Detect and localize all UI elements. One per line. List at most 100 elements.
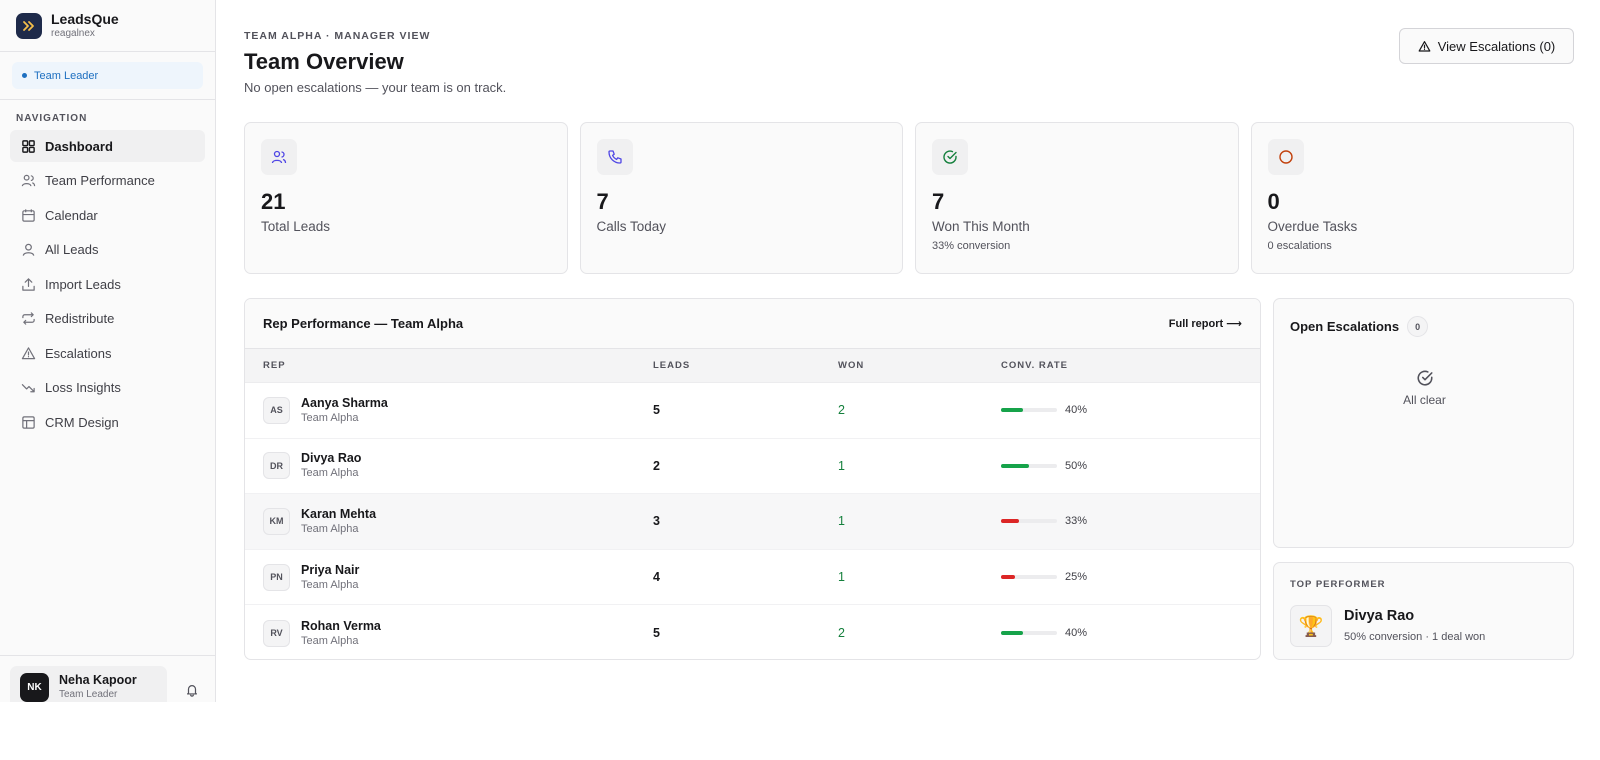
rep-performance-panel: Rep Performance — Team Alpha Full report… — [244, 298, 1261, 660]
open-escalations-panel: Open Escalations 0 All clear — [1273, 298, 1574, 548]
nav-item-calendar[interactable]: Calendar — [10, 199, 205, 231]
table-row[interactable]: DR Divya Rao Team Alpha 2 1 50% — [245, 439, 1260, 495]
brand[interactable]: LeadsQue reagalnex — [0, 0, 215, 52]
page-subtitle: No open escalations — your team is on tr… — [244, 80, 507, 95]
top-performer-panel: TOP PERFORMER 🏆 Divya Rao 50% conversion… — [1273, 562, 1574, 660]
repeat-icon — [20, 311, 36, 327]
check-circle-icon — [932, 139, 968, 175]
calendar-icon — [20, 207, 36, 223]
user-card[interactable]: NK Neha Kapoor Team Leader — [10, 666, 167, 703]
brand-workspace: reagalnex — [51, 28, 95, 39]
upload-icon — [20, 276, 36, 292]
dashboard-icon — [20, 138, 36, 154]
rep-conv-rate: 40% — [1065, 627, 1088, 640]
nav-item-label: Dashboard — [45, 138, 113, 154]
conversion-bar-fill — [1001, 575, 1015, 580]
nav-item-label: Team Performance — [45, 173, 155, 188]
rep-team: Team Alpha — [301, 578, 359, 591]
page-eyebrow: TEAM ALPHA · MANAGER VIEW — [244, 30, 431, 42]
bell-icon[interactable] — [182, 680, 202, 700]
avatar: NK — [20, 673, 49, 702]
full-report-link[interactable]: Full report ⟶ — [1169, 317, 1242, 330]
nav-item-redistribute[interactable]: Redistribute — [10, 303, 205, 335]
table-header: REP LEADS WON CONV. RATE — [245, 349, 1260, 383]
all-clear-text: All clear — [1403, 393, 1446, 407]
stat-value: 7 — [596, 189, 609, 214]
rep-conv-rate: 25% — [1065, 571, 1088, 584]
stat-value: 0 — [1267, 189, 1280, 214]
stat-card-won-this-month: 7 Won This Month 33% conversion — [915, 122, 1239, 274]
rep-won: 1 — [838, 458, 845, 473]
top-performer-label: TOP PERFORMER — [1290, 579, 1386, 590]
circle-icon — [1267, 139, 1304, 175]
conversion-bar — [1001, 519, 1057, 524]
table-row[interactable]: AS Aanya Sharma Team Alpha 5 2 40% — [245, 383, 1260, 439]
stats-row: 21 Total Leads 7 Calls Today 7 Won This … — [244, 122, 1574, 274]
rep-leads: 2 — [653, 458, 660, 473]
nav-heading: NAVIGATION — [16, 113, 88, 124]
stat-value: 7 — [932, 189, 945, 214]
rep-team: Team Alpha — [301, 467, 359, 480]
rep-name: Rohan Verma — [301, 618, 381, 633]
role-badge-label: Team Leader — [34, 69, 99, 82]
conversion-bar — [1001, 631, 1057, 636]
view-escalations-button[interactable]: View Escalations (0) — [1399, 28, 1574, 64]
escalation-count-badge: 0 — [1407, 316, 1429, 337]
rep-name: Aanya Sharma — [301, 395, 388, 410]
open-escalations-title: Open Escalations — [1290, 319, 1400, 334]
column-header-won[interactable]: WON — [838, 360, 1001, 371]
rep-conv-rate: 40% — [1065, 404, 1088, 417]
nav-item-label: Loss Insights — [45, 380, 121, 395]
users-icon — [20, 173, 36, 189]
conversion-bar — [1001, 463, 1057, 468]
user-icon — [20, 242, 36, 258]
check-circle-icon — [1417, 370, 1433, 386]
warning-icon — [20, 345, 36, 361]
conversion-bar-fill — [1001, 631, 1024, 636]
rep-team: Team Alpha — [301, 411, 359, 424]
nav-item-dashboard[interactable]: Dashboard — [10, 130, 205, 162]
role-dot-icon — [22, 73, 27, 78]
column-header-rep[interactable]: REP — [245, 360, 653, 371]
nav-item-escalations[interactable]: Escalations — [10, 337, 205, 369]
rep-name: Divya Rao — [301, 451, 362, 466]
view-escalations-label: View Escalations (0) — [1437, 38, 1556, 54]
user-name: Neha Kapoor — [59, 673, 137, 687]
rep-name: Karan Mehta — [301, 506, 377, 521]
brand-name: LeadsQue — [51, 11, 119, 27]
nav-item-import-leads[interactable]: Import Leads — [10, 268, 205, 300]
stat-label: Total Leads — [261, 219, 331, 234]
role-badge: Team Leader — [12, 62, 203, 89]
users-icon — [261, 139, 297, 175]
top-performer-meta: 50% conversion · 1 deal won — [1344, 631, 1486, 643]
rep-conv-rate: 33% — [1065, 515, 1088, 528]
conversion-bar — [1001, 575, 1057, 580]
column-header-conv-rate[interactable]: CONV. RATE — [1001, 360, 1260, 371]
table-row[interactable]: KM Karan Mehta Team Alpha 3 1 33% — [245, 494, 1260, 550]
nav-item-label: Import Leads — [45, 276, 121, 292]
table-row[interactable]: PN Priya Nair Team Alpha 4 1 25% — [245, 550, 1260, 606]
column-header-leads[interactable]: LEADS — [653, 360, 838, 371]
rep-panel-title: Rep Performance — Team Alpha — [263, 316, 464, 331]
rep-team: Team Alpha — [301, 634, 359, 647]
conversion-bar-fill — [1001, 408, 1024, 413]
conversion-bar-fill — [1001, 463, 1029, 468]
conversion-bar — [1001, 408, 1057, 413]
rep-won: 1 — [838, 514, 845, 529]
table-row[interactable]: RV Rohan Verma Team Alpha 5 2 40% — [245, 605, 1260, 659]
table-body: AS Aanya Sharma Team Alpha 5 2 40% DR Div… — [245, 383, 1260, 659]
rep-initials: PN — [263, 563, 290, 591]
nav-item-team-performance[interactable]: Team Performance — [10, 165, 205, 197]
rep-team: Team Alpha — [301, 522, 359, 535]
trophy-icon: 🏆 — [1290, 605, 1332, 647]
nav-item-label: Redistribute — [45, 311, 115, 326]
rep-initials: AS — [263, 396, 290, 424]
user-role: Team Leader — [59, 689, 118, 700]
stat-label: Overdue Tasks — [1267, 219, 1358, 234]
nav-item-all-leads[interactable]: All Leads — [10, 234, 205, 266]
nav-item-crm-design[interactable]: CRM Design — [10, 406, 205, 438]
rep-initials: RV — [263, 619, 290, 647]
nav-item-loss-insights[interactable]: Loss Insights — [10, 372, 205, 404]
stat-note: 0 escalations — [1267, 240, 1332, 252]
user-area: NK Neha Kapoor Team Leader — [0, 655, 216, 703]
